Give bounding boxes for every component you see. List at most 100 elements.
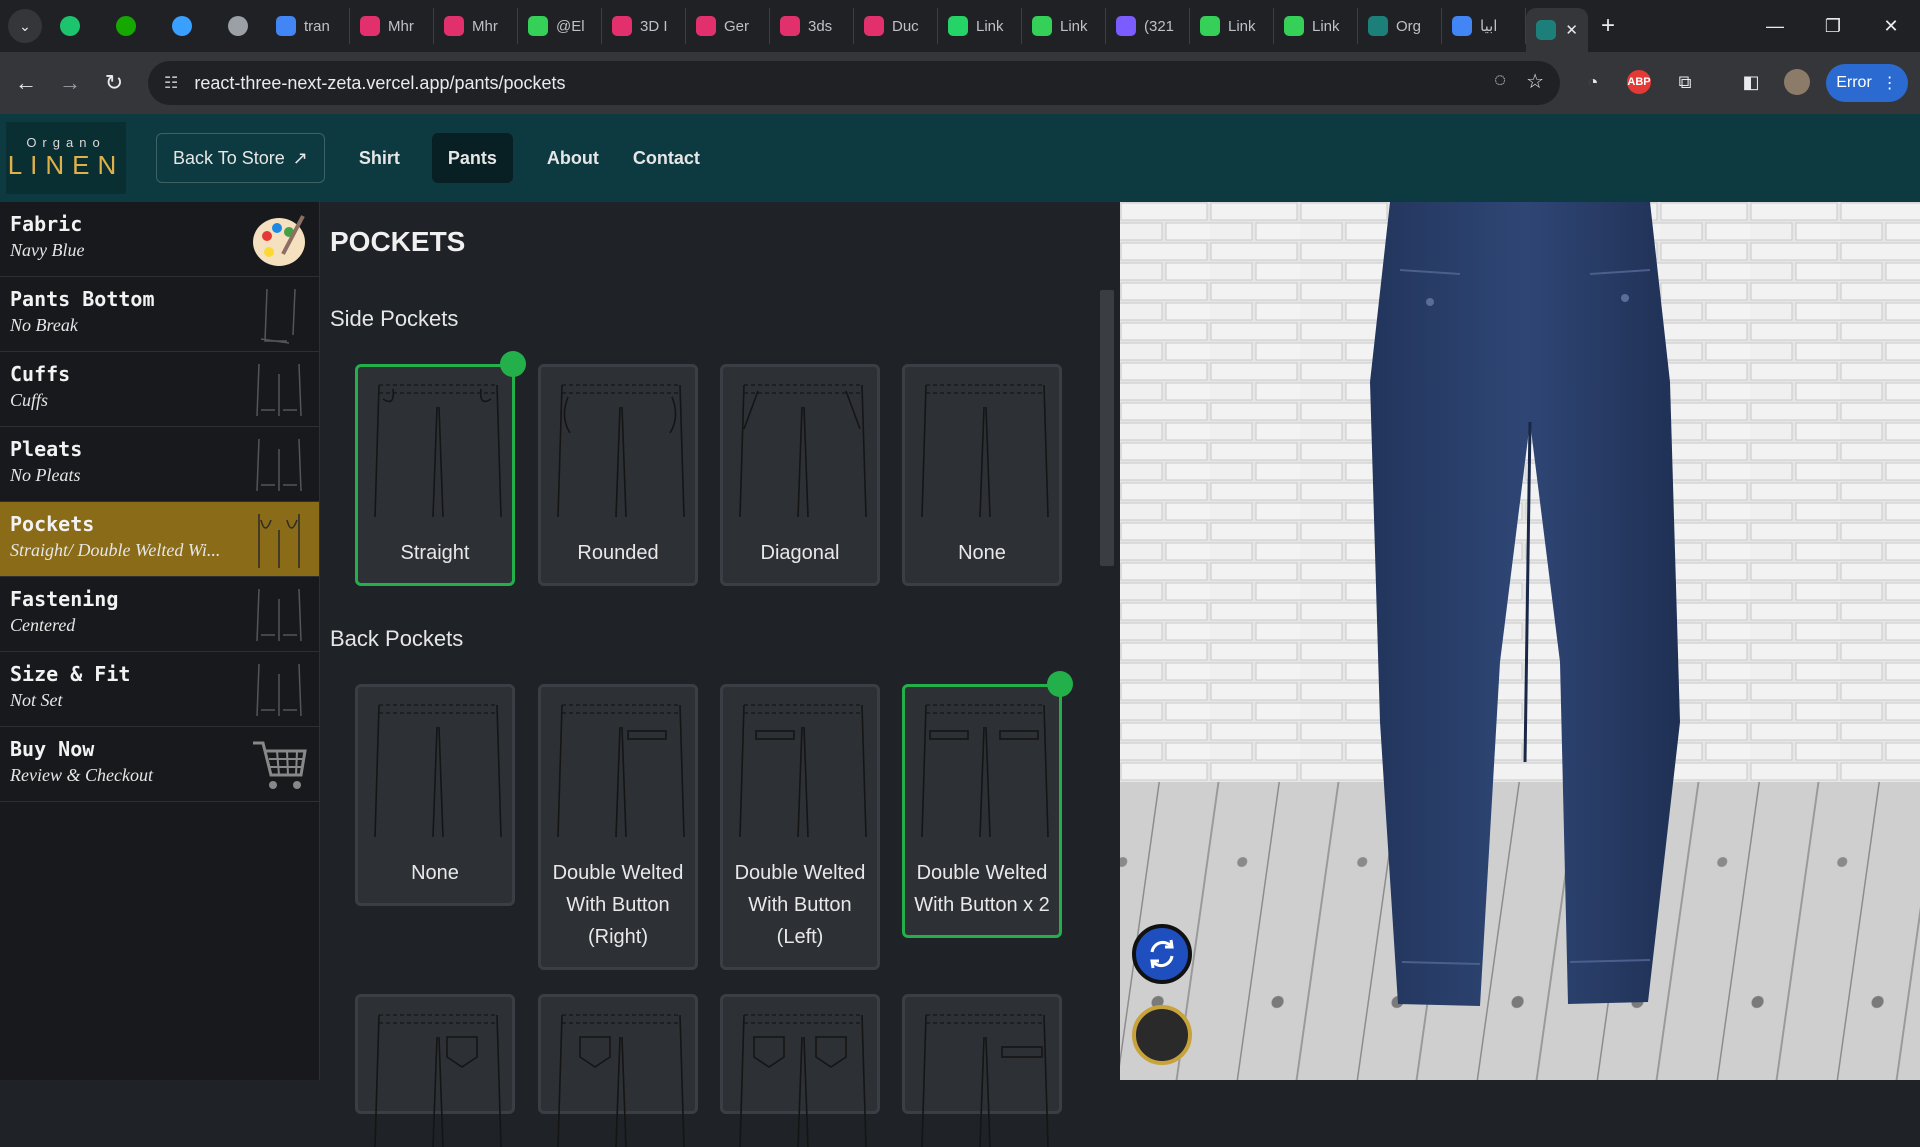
back-pocket-option-1[interactable]: None — [355, 684, 515, 906]
pinned-tab-1[interactable] — [42, 8, 98, 44]
pinned-tab-2[interactable] — [98, 8, 154, 44]
toggle-view-button[interactable] — [1132, 1005, 1192, 1065]
browser-tab[interactable]: Ger — [686, 8, 770, 44]
browser-tab[interactable]: (321 — [1106, 8, 1190, 44]
tab-close-icon[interactable]: ✕ — [1565, 21, 1578, 39]
sidebar-item-cuffs[interactable]: Cuffs Cuffs — [0, 352, 319, 427]
selected-indicator — [500, 351, 526, 377]
forward-arrow-icon[interactable]: → — [52, 65, 88, 101]
side-pocket-option-rounded[interactable]: Rounded — [538, 364, 698, 586]
page-title: POCKETS — [330, 226, 466, 257]
option-label: Diagonal — [760, 542, 840, 564]
tab-favicon — [1032, 16, 1052, 36]
browser-tab[interactable]: tran — [266, 8, 350, 44]
back-pocket-option-2[interactable]: Double Welted With Button (Right) — [538, 684, 698, 970]
browser-tab[interactable]: 3D I — [602, 8, 686, 44]
browser-tab-strip: ⌄ tran Mhr Mhr @El 3D I Ger 3ds Duc Link Link (321… — [0, 0, 1920, 52]
sidebar-item-pants-bottom[interactable]: Pants Bottom No Break — [0, 277, 319, 352]
browser-toolbar: ← → ↻ ☷ react-three-next-zeta.vercel.app… — [0, 52, 1920, 114]
option-label: Double Welted — [552, 862, 684, 884]
logo-top-text: Organo — [26, 135, 106, 150]
error-label: Error — [1836, 74, 1872, 91]
side-pocket-option-straight[interactable]: Straight — [355, 364, 515, 586]
restore-icon[interactable]: ❐ — [1804, 0, 1862, 52]
side-panel-icon[interactable]: ◧ — [1734, 64, 1768, 100]
bookmark-star-icon[interactable]: ☆ — [1526, 69, 1544, 94]
site-info-icon[interactable]: ☷ — [164, 73, 178, 93]
pleats-icon — [251, 435, 307, 495]
back-arrow-icon[interactable]: ← — [8, 65, 44, 101]
side-pocket-option-none[interactable]: None — [902, 364, 1062, 586]
extensions-puzzle-icon[interactable]: ⧉ — [1668, 64, 1702, 100]
back-pockets-heading: Back Pockets — [330, 626, 464, 651]
browser-tab[interactable]: Mhr — [434, 8, 518, 44]
panel-scrollbar[interactable] — [1100, 290, 1114, 566]
back-to-store-button[interactable]: Back To Store ↗ — [156, 133, 325, 183]
option-label: With Button — [566, 894, 670, 916]
minimize-icon[interactable]: — — [1746, 0, 1804, 52]
external-arrow-icon: ↗ — [292, 147, 308, 168]
back-pocket-option-3[interactable]: Double Welted With Button (Left) — [720, 684, 880, 970]
option-label: Double Welted — [916, 862, 1048, 884]
tab-search-button[interactable]: ⌄ — [8, 9, 42, 43]
new-tab-button[interactable]: + — [1588, 12, 1628, 40]
tab-favicon — [1536, 20, 1556, 40]
nav-link-about[interactable]: About — [547, 133, 599, 183]
adblock-icon[interactable]: ABP — [1622, 64, 1656, 100]
active-tab[interactable]: ✕ — [1526, 8, 1588, 52]
browser-tab[interactable]: ابيا — [1442, 8, 1526, 44]
extension-glasses-icon[interactable]: ◔ — [1576, 64, 1610, 100]
browser-tab[interactable]: Link — [1190, 8, 1274, 44]
tab-favicon — [780, 16, 800, 36]
back-pocket-option-more-3[interactable] — [720, 994, 880, 1147]
sidebar-item-subtitle: Not Set — [10, 690, 63, 710]
pinned-tab-4[interactable] — [210, 8, 266, 44]
back-pocket-option-more-4[interactable] — [902, 994, 1062, 1147]
omnibox-actions: ◌ ☆ — [1494, 69, 1544, 94]
3d-viewer[interactable] — [1120, 202, 1920, 1080]
sidebar-item-pockets[interactable]: Pockets Straight/ Double Welted Wi... — [0, 502, 319, 577]
tab-favicon — [864, 16, 884, 36]
pinned-tab-icon — [116, 16, 136, 36]
reload-icon[interactable]: ↻ — [96, 65, 132, 101]
option-label: With Button — [748, 894, 852, 916]
sidebar-item-subtitle: No Break — [10, 315, 78, 335]
browser-tab[interactable]: Link — [938, 8, 1022, 44]
pinned-tab-3[interactable] — [154, 8, 210, 44]
browser-tab[interactable]: Mhr — [350, 8, 434, 44]
nav-link-contact[interactable]: Contact — [633, 133, 700, 183]
browser-tab[interactable]: Org — [1358, 8, 1442, 44]
back-pocket-option-more-1[interactable] — [355, 994, 515, 1147]
back-pocket-option-4[interactable]: Double Welted With Button x 2 — [902, 684, 1062, 938]
sidebar-item-pleats[interactable]: Pleats No Pleats — [0, 427, 319, 502]
browser-tab[interactable]: Link — [1022, 8, 1106, 44]
pockets-panel: POCKETS Side Pockets Back Pockets Straig… — [320, 202, 1120, 1147]
pinned-tab-icon — [228, 16, 248, 36]
sidebar-item-buy-now[interactable]: Buy Now Review & Checkout — [0, 727, 319, 802]
sidebar-item-fastening[interactable]: Fastening Centered — [0, 577, 319, 652]
logo-bottom-text: LINEN — [7, 150, 125, 180]
adblock-badge: ABP — [1627, 70, 1651, 94]
nav-link-pants[interactable]: Pants — [431, 133, 513, 183]
side-pocket-option-diagonal[interactable]: Diagonal — [720, 364, 880, 586]
profile-avatar[interactable] — [1780, 64, 1814, 100]
browser-tab[interactable]: 3ds — [770, 8, 854, 44]
browser-tab[interactable]: Duc — [854, 8, 938, 44]
cuffs-icon — [251, 360, 307, 420]
option-label: Double Welted — [734, 862, 866, 884]
logo[interactable]: Organo LINEN — [6, 122, 126, 194]
window-controls: — ❐ ✕ — [1746, 0, 1920, 52]
nav-link-shirt[interactable]: Shirt — [359, 133, 400, 183]
back-pocket-option-more-2[interactable] — [538, 994, 698, 1147]
close-window-icon[interactable]: ✕ — [1862, 0, 1920, 52]
address-bar[interactable]: ☷ react-three-next-zeta.vercel.app/pants… — [148, 61, 1560, 105]
tab-title: Org — [1396, 17, 1422, 35]
sidebar-item-subtitle: Cuffs — [10, 390, 49, 410]
browser-tab[interactable]: Link — [1274, 8, 1358, 44]
eye-off-icon[interactable]: ◌ — [1494, 69, 1506, 94]
sidebar-item-size-fit[interactable]: Size & Fit Not Set — [0, 652, 319, 727]
sidebar-item-fabric[interactable]: Fabric Navy Blue — [0, 202, 319, 277]
browser-tab[interactable]: @El — [518, 8, 602, 44]
error-button[interactable]: Error ⋮ — [1826, 64, 1908, 102]
rotate-view-button[interactable] — [1132, 924, 1192, 984]
